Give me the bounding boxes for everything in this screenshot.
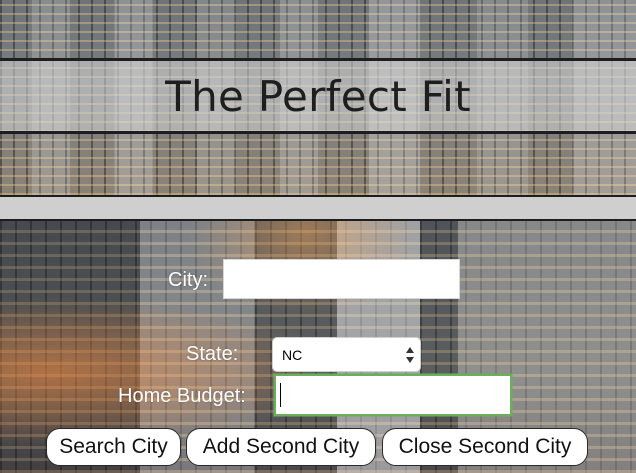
add-second-city-button[interactable]: Add Second City [186, 428, 376, 466]
header-band: The Perfect Fit [0, 58, 636, 134]
select-arrows-icon [406, 347, 414, 363]
state-selected-value: NC [282, 346, 303, 363]
state-select[interactable]: NC [272, 337, 421, 372]
home-budget-input[interactable] [274, 374, 512, 416]
city-label: City: [168, 269, 208, 291]
text-caret [280, 383, 281, 407]
page-title: The Perfect Fit [165, 71, 471, 121]
city-input[interactable] [223, 259, 460, 299]
close-second-city-button[interactable]: Close Second City [382, 428, 588, 466]
state-label: State: [186, 343, 239, 365]
divider-band [0, 195, 636, 221]
search-city-button[interactable]: Search City [46, 428, 181, 466]
home-budget-label: Home Budget: [118, 385, 246, 407]
